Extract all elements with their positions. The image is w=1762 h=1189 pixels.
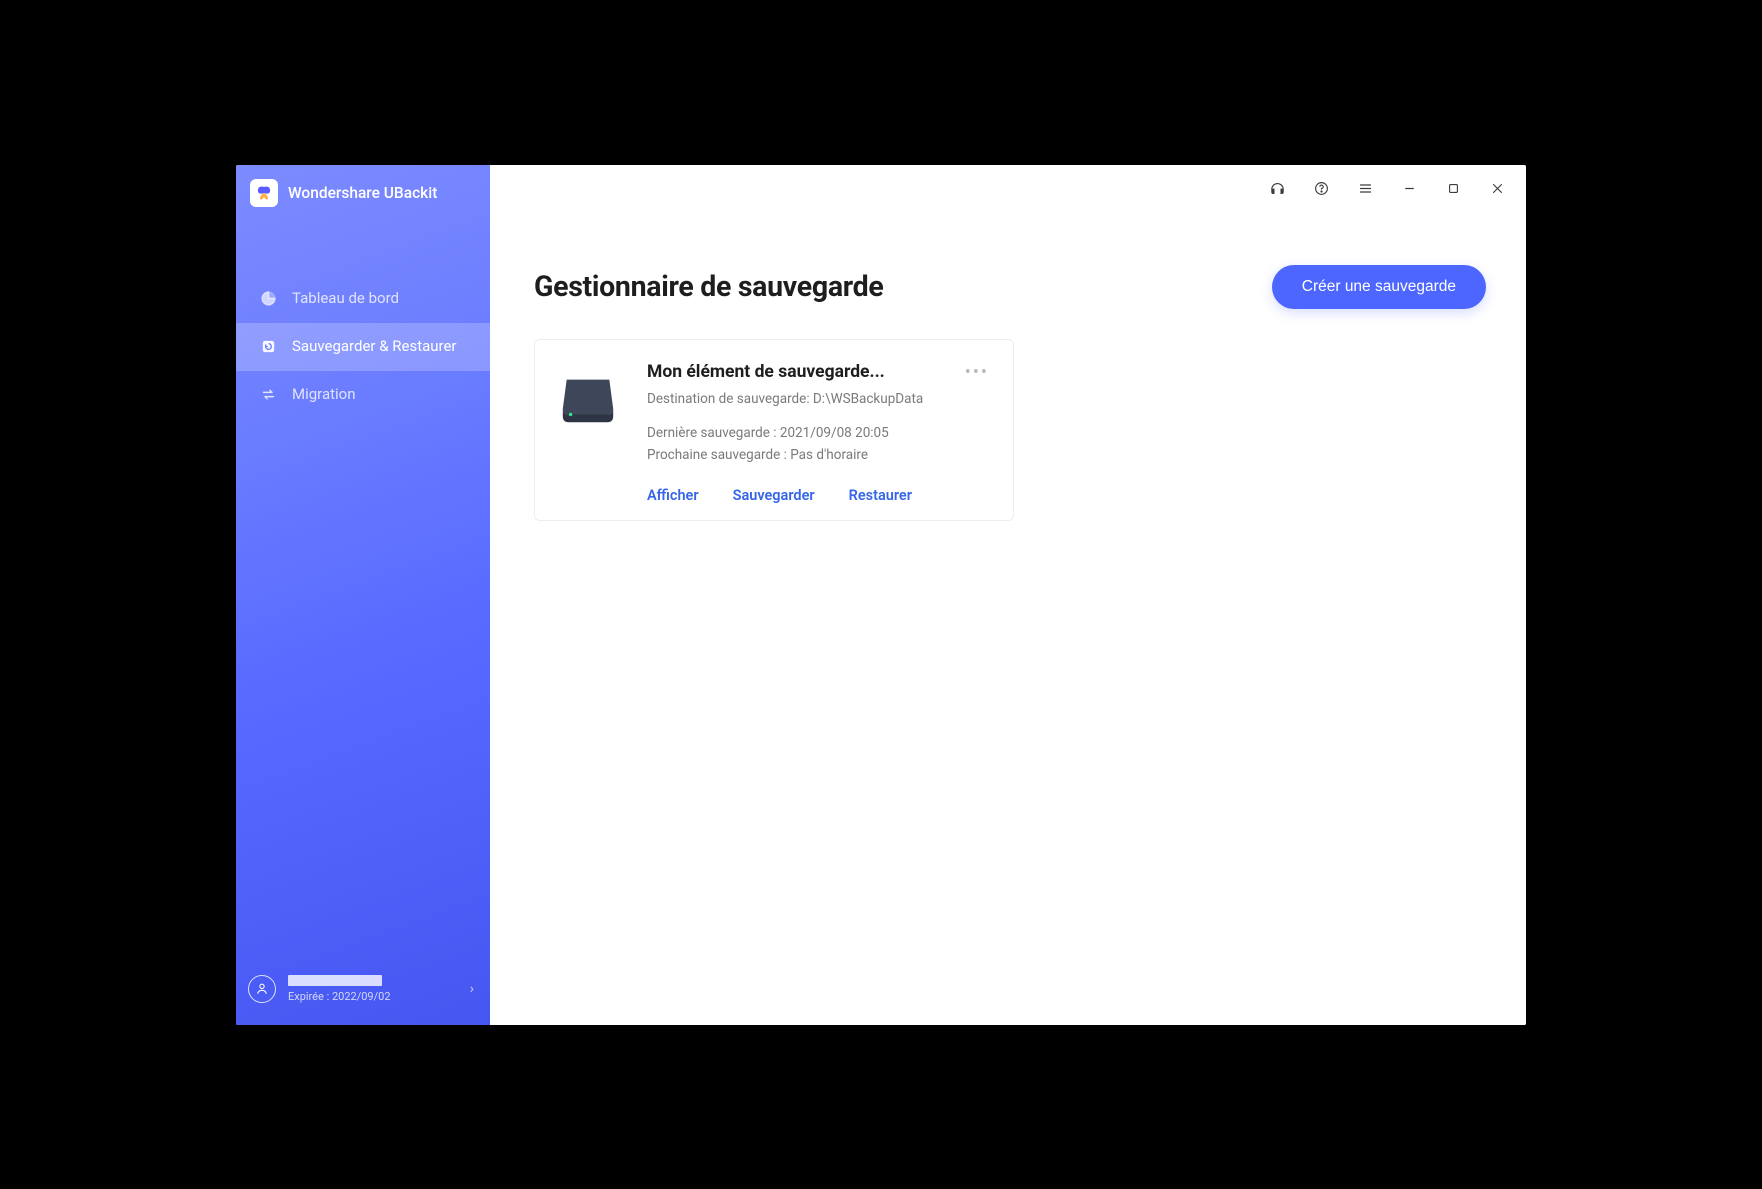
view-link[interactable]: Afficher: [647, 487, 699, 504]
main-content: Gestionnaire de sauvegarde Créer une sau…: [490, 165, 1526, 1025]
window-titlebar: [1266, 165, 1526, 213]
create-backup-button[interactable]: Créer une sauvegarde: [1272, 265, 1486, 309]
backup-card: Mon élément de sauvegarde... ••• Destina…: [534, 339, 1014, 521]
page-title: Gestionnaire de sauvegarde: [534, 270, 883, 303]
backup-card-actions: Afficher Sauvegarder Restaurer: [557, 487, 991, 504]
app-title: Wondershare UBackit: [288, 184, 437, 202]
migration-icon: [258, 385, 278, 405]
app-window: Wondershare UBackit Tableau de bord: [236, 165, 1526, 1025]
backup-destination: Destination de sauvegarde: D:\WSBackupDa…: [647, 391, 991, 407]
expiry-label: Expirée : 2022/09/02: [288, 990, 458, 1003]
sidebar: Wondershare UBackit Tableau de bord: [236, 165, 490, 1025]
help-icon[interactable]: [1310, 178, 1332, 200]
user-block: Expirée : 2022/09/02: [288, 975, 458, 1003]
sidebar-item-backup-restore[interactable]: Sauvegarder & Restaurer: [236, 323, 490, 371]
sidebar-header: Wondershare UBackit: [236, 165, 490, 219]
page-header: Gestionnaire de sauvegarde Créer une sau…: [534, 265, 1486, 309]
app-logo: [250, 179, 278, 207]
maximize-button[interactable]: [1442, 178, 1464, 200]
menu-icon[interactable]: [1354, 178, 1376, 200]
nav-label: Tableau de bord: [292, 289, 399, 308]
butterfly-icon: [255, 184, 273, 202]
backup-link[interactable]: Sauvegarder: [733, 487, 815, 504]
chevron-right-icon: ›: [470, 981, 478, 997]
support-icon[interactable]: [1266, 178, 1288, 200]
pie-chart-icon: [258, 289, 278, 309]
sidebar-nav: Tableau de bord Sauvegarder & Restaurer: [236, 275, 490, 419]
backup-restore-icon: [258, 337, 278, 357]
last-backup-line: Dernière sauvegarde : 2021/09/08 20:05: [647, 425, 991, 441]
username-placeholder: [288, 975, 382, 986]
sidebar-footer[interactable]: Expirée : 2022/09/02 ›: [236, 961, 490, 1025]
close-button[interactable]: [1486, 178, 1508, 200]
sidebar-item-migration[interactable]: Migration: [236, 371, 490, 419]
nav-label: Sauvegarder & Restaurer: [292, 337, 457, 356]
minimize-button[interactable]: [1398, 178, 1420, 200]
backup-item-title: Mon élément de sauvegarde...: [647, 362, 963, 382]
disk-icon: [557, 366, 619, 428]
restore-link[interactable]: Restaurer: [849, 487, 912, 504]
next-backup-line: Prochaine sauvegarde : Pas d'horaire: [647, 447, 991, 463]
user-avatar-icon: [248, 975, 276, 1003]
more-options-icon[interactable]: •••: [963, 362, 991, 383]
sidebar-item-dashboard[interactable]: Tableau de bord: [236, 275, 490, 323]
nav-label: Migration: [292, 385, 356, 404]
